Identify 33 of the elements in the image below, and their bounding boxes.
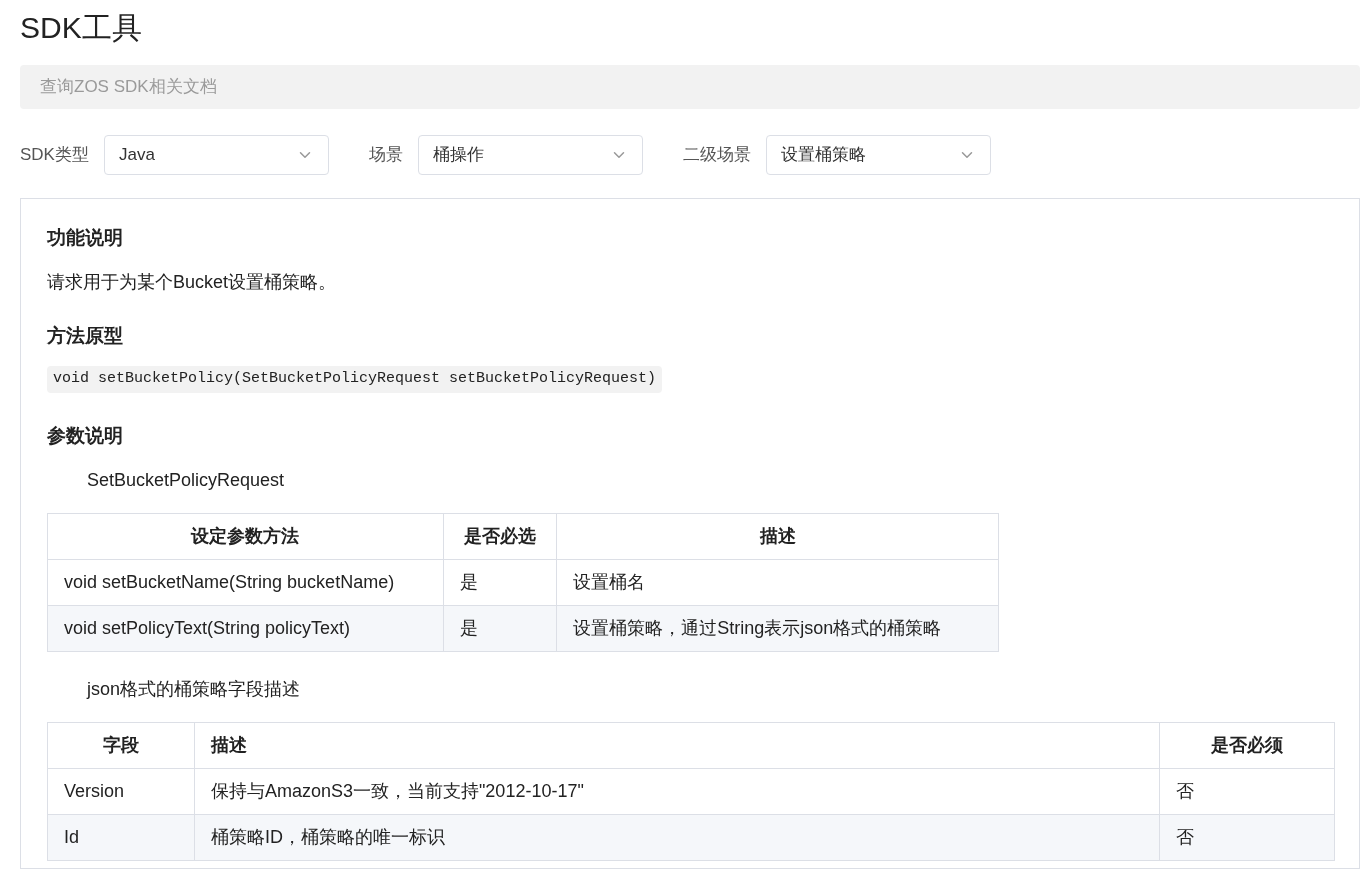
table-cell: 设置桶名 — [556, 559, 999, 605]
section-heading: 方法原型 — [47, 324, 123, 348]
page-title: SDK工具 — [20, 10, 142, 46]
table-caption: SetBucketPolicyRequest — [87, 468, 285, 492]
dropdown[interactable]: 桶操作 — [417, 135, 643, 175]
code-snippet: void setBucketPolicy(SetBucketPolicyRequest setBucketPolicyRequest) — [47, 366, 663, 393]
table-cell: 是 — [443, 559, 557, 605]
column-header: 是否必须 — [1159, 722, 1335, 768]
table-cell: Id — [47, 814, 195, 860]
column-header: 设定参数方法 — [47, 513, 444, 559]
column-header: 是否必选 — [443, 513, 557, 559]
table-cell: 是 — [443, 605, 557, 651]
dropdown[interactable]: Java — [103, 135, 329, 175]
column-header: 字段 — [47, 722, 195, 768]
filter-label: SDK类型 — [20, 144, 89, 167]
dropdown[interactable]: 设置桶策略 — [765, 135, 991, 175]
search-field[interactable]: 查询ZOS SDK相关文档 — [20, 65, 1360, 109]
column-header: 描述 — [556, 513, 999, 559]
table-caption: json格式的桶策略字段描述 — [87, 677, 301, 701]
table-cell: 保持与AmazonS3一致，当前支持"2012-10-17" — [194, 768, 1160, 814]
table-cell: 否 — [1159, 768, 1335, 814]
description-text: 请求用于为某个Bucket设置桶策略。 — [47, 271, 337, 294]
table-cell: void setBucketName(String bucketName) — [47, 559, 444, 605]
table-cell: void setPolicyText(String policyText) — [47, 605, 444, 651]
table-cell: 桶策略ID，桶策略的唯一标识 — [194, 814, 1160, 860]
column-header: 描述 — [194, 722, 1160, 768]
section-heading: 参数说明 — [47, 423, 123, 448]
section-heading: 功能说明 — [47, 226, 123, 250]
table-cell: 否 — [1159, 814, 1335, 860]
table-cell: 设置桶策略，通过String表示json格式的桶策略 — [556, 605, 999, 651]
table-cell: Version — [47, 768, 195, 814]
filter-label: 场景 — [368, 144, 403, 167]
filter-label: 二级场景 — [682, 144, 751, 167]
